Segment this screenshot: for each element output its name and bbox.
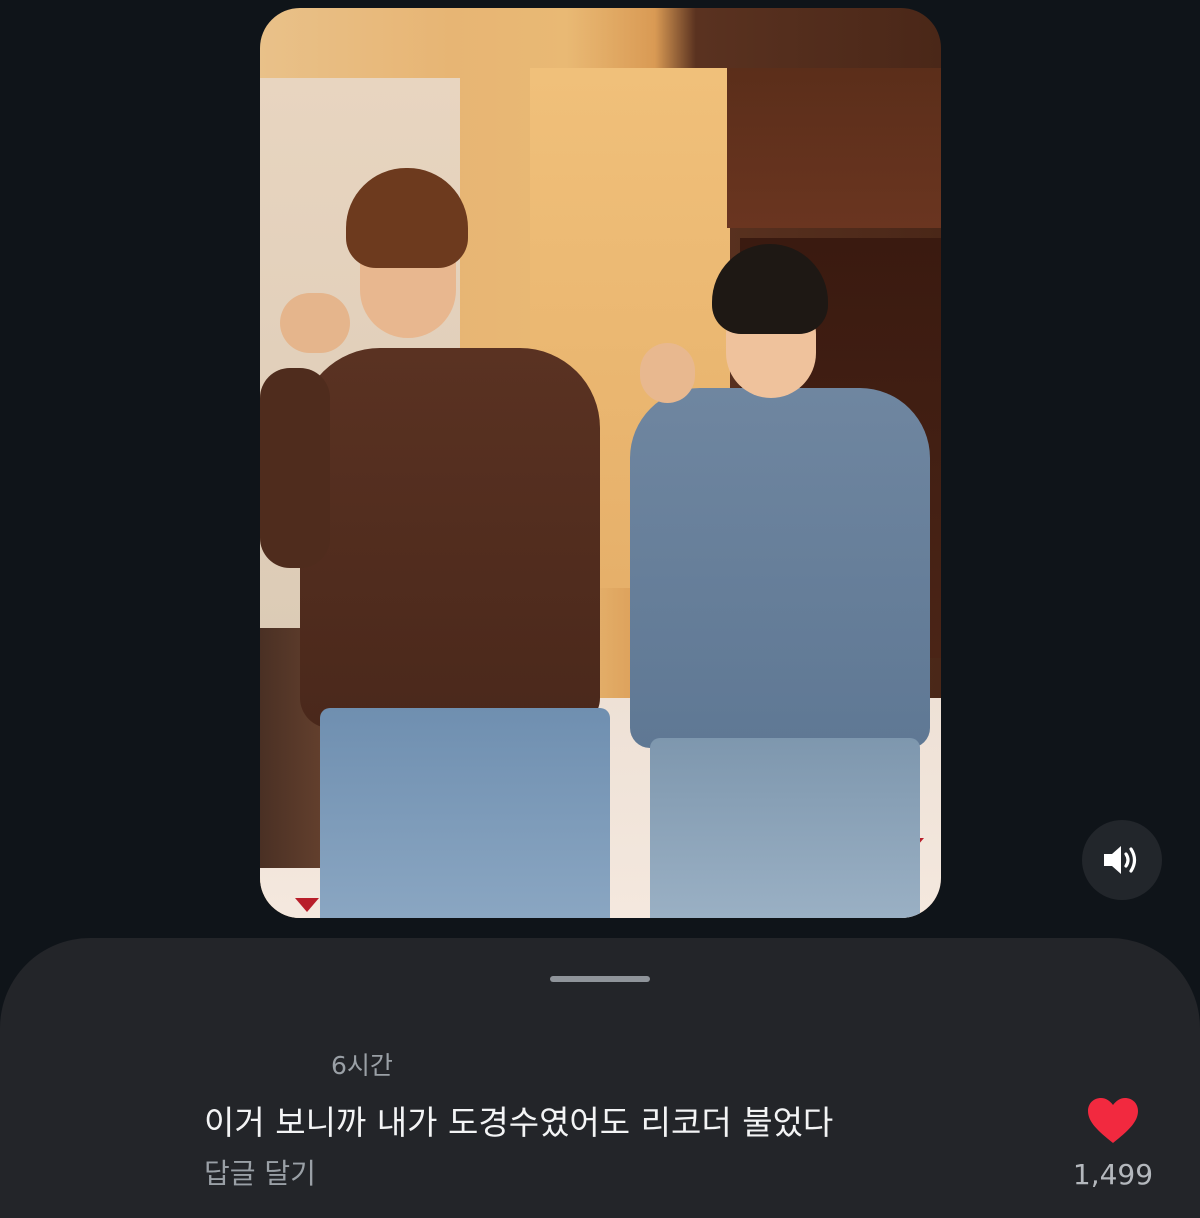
video-player[interactable] xyxy=(260,8,941,918)
person-left-jeans xyxy=(320,708,610,918)
person-right-hand xyxy=(640,343,695,403)
sound-toggle-button[interactable] xyxy=(1082,820,1162,900)
heart-icon xyxy=(1088,1098,1138,1143)
screen: 6시간 이거 보니까 내가 도경수였어도 리코더 불었다 답글 달기 1,499 xyxy=(0,0,1200,1218)
comment-sheet: 6시간 이거 보니까 내가 도경수였어도 리코더 불었다 답글 달기 1,499 xyxy=(0,938,1200,1218)
person-left xyxy=(300,348,600,728)
sheet-drag-handle[interactable] xyxy=(550,976,650,982)
like-button[interactable] xyxy=(1086,1096,1140,1146)
video-scene-decoration xyxy=(295,898,319,912)
like-count: 1,499 xyxy=(1072,1158,1154,1191)
video-scene-cabinet xyxy=(727,68,941,228)
speaker-volume-icon xyxy=(1104,846,1137,874)
reply-button[interactable]: 답글 달기 xyxy=(204,1152,316,1192)
comment-text: 이거 보니까 내가 도경수였어도 리코더 불었다 xyxy=(204,1103,834,1142)
person-right xyxy=(630,388,930,748)
comment-timestamp: 6시간 xyxy=(331,1051,393,1080)
person-left-arm xyxy=(260,368,330,568)
person-right-jeans xyxy=(650,738,920,918)
person-left-hand xyxy=(280,293,350,353)
